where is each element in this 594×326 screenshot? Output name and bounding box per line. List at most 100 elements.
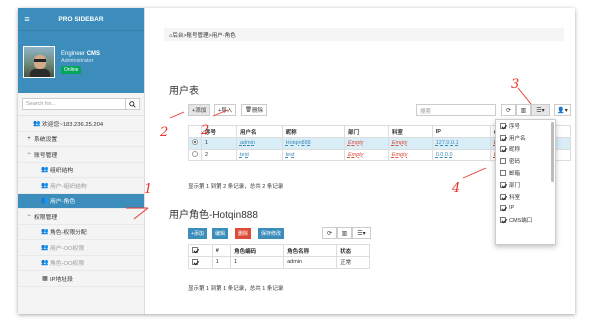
dropdown-scrollbar[interactable] [551,122,554,182]
sidebar-item[interactable]: 👥 用户-OO权限 [18,240,144,256]
sidebar-item[interactable]: 👥 角色-OO权限 [18,256,144,271]
column-toggle-item[interactable]: 邮箱 [496,167,555,179]
column-toggle-checkbox[interactable] [500,158,506,165]
role-table: # 角色编码 角色名称 状态 1 1 admin 正常 [188,244,370,269]
select-all-checkbox[interactable] [192,247,198,254]
cell-nickname[interactable]: test [286,152,295,158]
cell-username[interactable]: test [240,152,249,158]
sidebar-item[interactable]: 👥 角色-权限分配 [18,225,144,240]
column-toggle-item[interactable]: 序号 [496,120,555,132]
sidebar-item[interactable]: − 权限管理 [18,209,144,225]
role-refresh-button[interactable]: ⟳ [322,227,337,239]
column-toggle-checkbox[interactable] [500,170,506,177]
column-toggle-item[interactable]: CMS端口 [496,214,555,226]
sidebar-item[interactable]: 👥 用户-角色 [18,193,144,209]
minus-icon: − [27,151,31,158]
cell-office[interactable]: Empty [392,140,408,146]
cell-office[interactable]: Empty [392,152,408,158]
column-toggle-item[interactable]: IP [496,203,555,215]
column-header[interactable]: 科室 [387,125,433,138]
cell-ip[interactable]: 127.0.0.1 [436,140,459,146]
sidebar-item[interactable]: 👥 组织结构 [18,163,144,178]
sidebar-item-label: IP地址段 [50,276,73,283]
table-search-input[interactable]: 搜索 [416,104,496,116]
role-toggle-view-button[interactable]: ▥ [337,227,352,239]
column-toggle-label: 部门 [509,182,521,189]
sidebar: ≡ PRO SIDEBAR Engineer CMS Administrator… [18,8,145,314]
column-toggle-label: CMS端口 [509,218,533,225]
sidebar-header: ≡ PRO SIDEBAR [18,8,144,30]
column-toggle-checkbox[interactable] [500,181,506,188]
table-row[interactable]: 1 1 admin 正常 [188,256,370,269]
sidebar-item-label: 用户-组织结构 [50,183,87,190]
cell-ip[interactable]: 0.0.0.0 [436,152,453,158]
column-toggle-checkbox[interactable] [500,205,506,212]
role-save-button[interactable]: 保存修改 [258,228,285,239]
user-table-title: 用户表 [169,86,199,97]
user-table-page-info: 显示第 1 到第 2 条记录，总共 2 条记录 [188,184,284,190]
user-panel: Engineer CMS Administrator Online [18,30,144,93]
select-column-header [188,125,202,138]
search-button[interactable] [126,98,140,110]
column-header[interactable]: 状态 [336,244,370,257]
column-toggle-item[interactable]: 部门 [496,179,555,191]
person-icon: 👥 [41,167,49,174]
toggle-view-button[interactable]: ▥ [516,104,531,116]
person-icon: 👥 [41,260,49,267]
sidebar-item-label: 组织结构 [50,168,74,175]
role-delete-button[interactable]: 删除 [235,228,252,239]
column-toggle-item[interactable]: 用户名 [496,132,555,144]
person-icon: 👥 [41,229,49,236]
import-button[interactable]: +导入 [214,104,237,116]
refresh-button[interactable]: ⟳ [501,104,516,116]
sidebar-item-label: 权限管理 [34,214,58,221]
hamburger-icon[interactable]: ≡ [18,14,36,24]
row-radio[interactable] [192,150,198,157]
role-add-button[interactable]: +添加 [188,228,207,239]
column-header[interactable]: 序号 [201,125,237,138]
row-radio[interactable] [192,139,198,146]
column-toggle-item[interactable]: 密码 [496,155,555,167]
columns-toggle-button[interactable]: ☰▾ [531,104,550,116]
column-toggle-checkbox[interactable] [500,134,506,141]
column-toggle-checkbox[interactable] [500,146,506,153]
column-toggle-checkbox[interactable] [500,122,506,129]
minus-icon: − [27,213,31,220]
cell-dept[interactable]: Empty [348,152,364,158]
sidebar-item[interactable]: − 账号管理 [18,147,144,163]
cell-nickname[interactable]: Hotqin888 [286,140,311,146]
delete-button[interactable]: 🗑 删除 [241,104,267,116]
column-header[interactable]: IP [431,125,491,138]
brand-title: PRO SIDEBAR [58,15,104,23]
sidebar-item[interactable]: + 系统设置 [18,132,144,147]
sidebar-item-label: 系统设置 [34,137,58,144]
column-header[interactable]: 角色名称 [283,244,338,257]
export-button[interactable]: 👤▾ [554,104,571,116]
column-toggle-item[interactable]: 科室 [496,191,555,203]
column-header[interactable]: 部门 [343,125,389,138]
column-header[interactable]: 角色编码 [230,244,285,257]
column-toggle-checkbox[interactable] [500,217,506,224]
refresh-icon: ⟳ [505,107,512,114]
search-input[interactable]: Search for... [22,98,126,110]
column-header[interactable]: # [211,244,232,257]
trash-icon: 🗑 [245,107,252,113]
column-toggle-label: 密码 [509,159,521,166]
cell-username[interactable]: admin [240,140,255,146]
row-checkbox[interactable] [192,259,198,266]
role-table-title: 用户角色-Hotqin888 [169,210,258,221]
column-header[interactable]: 昵称 [281,125,345,138]
role-columns-button[interactable]: ☰▾ [352,227,371,239]
columns-icon: ▥ [520,107,527,114]
sidebar-item[interactable]: ▦ IP地址段 [18,271,144,287]
search-icon [129,100,136,108]
sidebar-item[interactable]: 👥 用户-组织结构 [18,178,144,194]
role-edit-button[interactable]: 编辑 [212,228,229,239]
cell-dept[interactable]: Empty [348,140,364,146]
column-header[interactable]: 用户名 [235,125,283,138]
column-toggle-checkbox[interactable] [500,193,506,200]
user-icon: 👤▾ [557,107,568,114]
add-button[interactable]: +添加 [188,104,211,116]
column-toggle-item[interactable]: 昵称 [496,144,555,156]
sidebar-item[interactable]: 👥 欢迎您~183.236.25.204 [18,116,144,132]
